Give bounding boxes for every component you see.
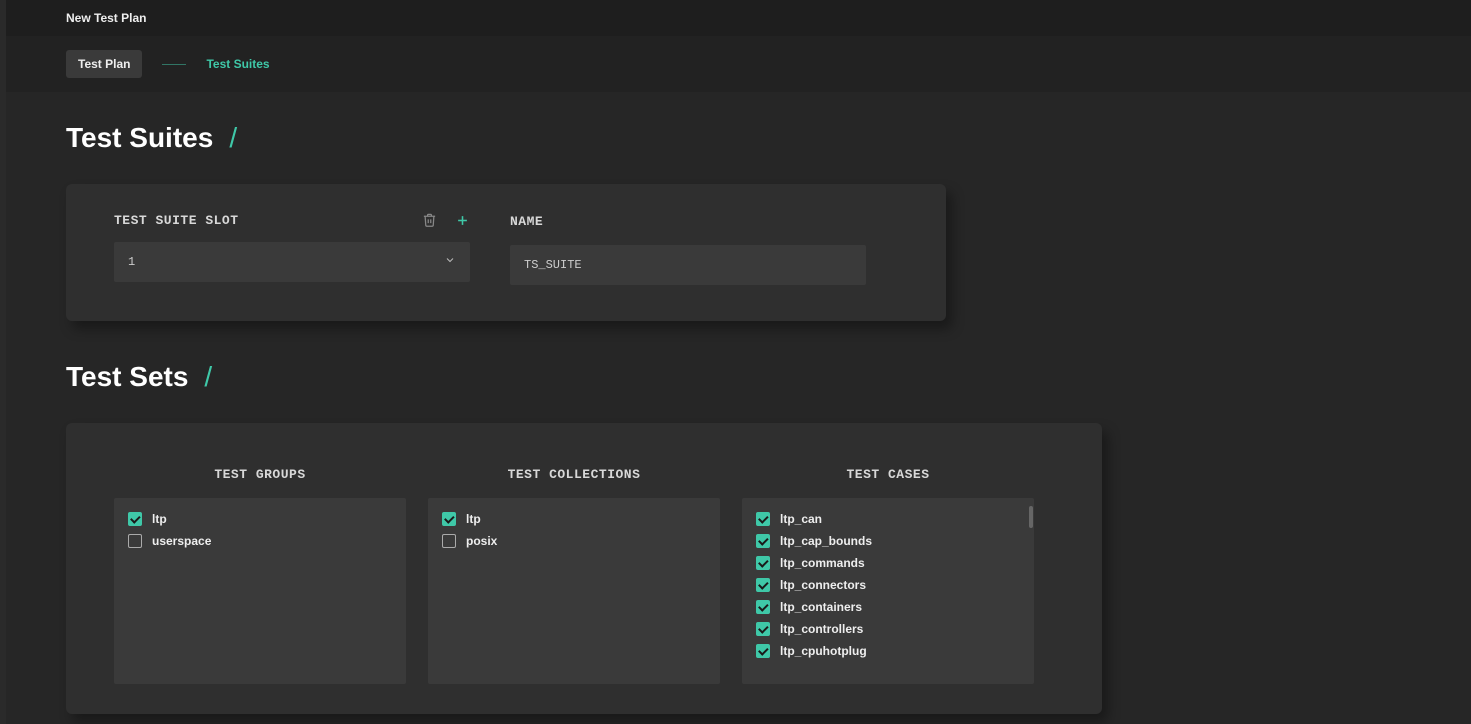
section-title-suites-text: Test Suites bbox=[66, 122, 213, 154]
chevron-down-icon bbox=[444, 254, 456, 270]
list-item-label: posix bbox=[466, 534, 497, 548]
scrollbar[interactable] bbox=[1029, 506, 1033, 528]
add-suite-button[interactable] bbox=[455, 213, 470, 228]
list-item[interactable]: ltp_controllers bbox=[742, 618, 1034, 640]
checkbox[interactable] bbox=[756, 600, 770, 614]
test-groups-list: ltp userspace bbox=[114, 498, 406, 684]
name-input-value: TS_SUITE bbox=[524, 258, 582, 272]
name-input[interactable]: TS_SUITE bbox=[510, 245, 866, 285]
delete-suite-button[interactable] bbox=[422, 212, 437, 228]
tab-test-plan-label: Test Plan bbox=[78, 57, 130, 71]
cases-header: TEST CASES bbox=[742, 467, 1034, 482]
list-item-label: userspace bbox=[152, 534, 211, 548]
list-item[interactable]: ltp bbox=[428, 508, 720, 530]
section-title-suites: Test Suites / bbox=[66, 122, 1471, 154]
checkbox[interactable] bbox=[756, 534, 770, 548]
list-item[interactable]: ltp bbox=[114, 508, 406, 530]
test-collections-list: ltp posix bbox=[428, 498, 720, 684]
checkbox[interactable] bbox=[128, 534, 142, 548]
tab-test-suites[interactable]: Test Suites bbox=[206, 57, 269, 71]
checkbox[interactable] bbox=[756, 512, 770, 526]
slot-label: TEST SUITE SLOT bbox=[114, 213, 239, 228]
list-item-label: ltp_cap_bounds bbox=[780, 534, 872, 548]
list-item[interactable]: ltp_connectors bbox=[742, 574, 1034, 596]
checkbox[interactable] bbox=[756, 622, 770, 636]
list-item[interactable]: ltp_cap_bounds bbox=[742, 530, 1034, 552]
trash-icon bbox=[422, 212, 437, 228]
slash-icon: / bbox=[204, 361, 212, 393]
slot-select[interactable]: 1 bbox=[114, 242, 470, 282]
list-item[interactable]: ltp_containers bbox=[742, 596, 1034, 618]
list-item-label: ltp_cpuhotplug bbox=[780, 644, 867, 658]
section-title-sets-text: Test Sets bbox=[66, 361, 188, 393]
groups-header: TEST GROUPS bbox=[114, 467, 406, 482]
top-bar: New Test Plan bbox=[6, 0, 1471, 36]
test-suite-card: TEST SUITE SLOT 1 bbox=[66, 184, 946, 321]
list-item[interactable]: ltp_can bbox=[742, 508, 1034, 530]
list-item-label: ltp_commands bbox=[780, 556, 865, 570]
collections-header: TEST COLLECTIONS bbox=[428, 467, 720, 482]
list-item-label: ltp_connectors bbox=[780, 578, 866, 592]
slash-icon: / bbox=[229, 122, 237, 154]
list-item-label: ltp_controllers bbox=[780, 622, 863, 636]
checkbox[interactable] bbox=[442, 512, 456, 526]
test-sets-card: TEST GROUPS TEST COLLECTIONS TEST CASES … bbox=[66, 423, 1102, 714]
section-title-sets: Test Sets / bbox=[66, 361, 1471, 393]
tab-divider bbox=[162, 64, 186, 65]
list-item-label: ltp bbox=[466, 512, 481, 526]
tab-bar: Test Plan Test Suites bbox=[6, 36, 1471, 92]
checkbox[interactable] bbox=[756, 556, 770, 570]
list-item[interactable]: ltp_commands bbox=[742, 552, 1034, 574]
list-item-label: ltp_can bbox=[780, 512, 822, 526]
list-item-label: ltp_containers bbox=[780, 600, 862, 614]
list-item[interactable]: posix bbox=[428, 530, 720, 552]
slot-select-value: 1 bbox=[128, 255, 135, 269]
name-label: NAME bbox=[510, 214, 543, 229]
tab-test-plan[interactable]: Test Plan bbox=[66, 50, 142, 78]
tab-test-suites-label: Test Suites bbox=[206, 57, 269, 71]
checkbox[interactable] bbox=[128, 512, 142, 526]
list-item[interactable]: ltp_cpuhotplug bbox=[742, 640, 1034, 662]
list-item[interactable]: userspace bbox=[114, 530, 406, 552]
checkbox[interactable] bbox=[442, 534, 456, 548]
test-cases-list: ltp_can ltp_cap_bounds ltp_commands ltp_con… bbox=[742, 498, 1034, 684]
page-title: New Test Plan bbox=[66, 11, 146, 25]
plus-icon bbox=[455, 213, 470, 228]
list-item-label: ltp bbox=[152, 512, 167, 526]
checkbox[interactable] bbox=[756, 578, 770, 592]
checkbox[interactable] bbox=[756, 644, 770, 658]
main-content: Test Suites / TEST SUITE SLOT bbox=[6, 92, 1471, 724]
